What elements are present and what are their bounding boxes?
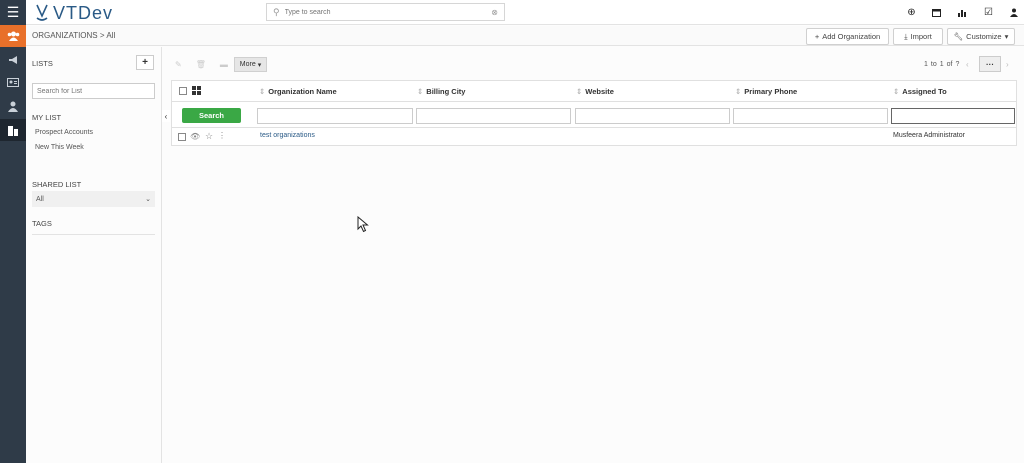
collapse-sidebar-icon[interactable]: ‹	[162, 110, 170, 122]
caret-down-icon: ▾	[1004, 32, 1009, 41]
column-header-primary-phone[interactable]: ⇕ Primary Phone	[735, 87, 797, 96]
global-search[interactable]: ⚲ ⊗	[266, 3, 505, 21]
page-from: 1	[924, 61, 928, 68]
lists-sidebar	[26, 47, 162, 463]
tags-title: TAGS	[32, 219, 52, 228]
row-actions-icon[interactable]: ⋮	[218, 131, 226, 140]
list-search-input[interactable]	[32, 83, 155, 99]
mass-actions: ✎ 🗑︎ ▬	[175, 57, 231, 72]
sort-icon: ⇕	[893, 87, 900, 96]
breadcrumb-separator: >	[99, 31, 105, 40]
list-item[interactable]: Prospect Accounts	[35, 129, 93, 136]
prev-page-icon[interactable]: ‹	[966, 60, 969, 69]
add-list-button[interactable]: +	[136, 55, 154, 70]
search-button[interactable]: Search	[182, 108, 241, 123]
row-checkbox[interactable]	[178, 133, 186, 141]
column-label: Website	[585, 87, 614, 96]
next-page-icon[interactable]: ›	[1006, 60, 1009, 69]
column-header-billing-city[interactable]: ⇕ Billing City	[417, 87, 465, 96]
organization-name-cell[interactable]: test organizations	[260, 132, 315, 139]
calendar-icon[interactable]	[931, 7, 942, 18]
pagination-info: 1 to 1 of ?	[924, 61, 959, 68]
filter-organization-name-input[interactable]	[257, 108, 413, 124]
column-grid-icon[interactable]	[192, 86, 201, 97]
column-label: Billing City	[426, 87, 466, 96]
page-of-word: of	[946, 61, 953, 68]
logo-mark-icon	[36, 4, 48, 21]
column-header-assigned-to[interactable]: ⇕ Assigned To	[893, 87, 947, 96]
delete-icon[interactable]: 🗑︎	[196, 60, 206, 69]
eye-icon[interactable]: 👁︎	[190, 132, 200, 141]
lists-title: LISTS	[32, 59, 53, 68]
tasks-checkbox-icon[interactable]: ☑	[983, 7, 994, 18]
shared-list-select[interactable]: All ⌄	[32, 191, 155, 207]
plus-icon: +	[814, 32, 820, 41]
edit-icon[interactable]: ✎	[175, 60, 182, 69]
search-input[interactable]	[284, 8, 475, 16]
list-settings-button[interactable]: ···	[979, 56, 1001, 72]
column-header-organization-name[interactable]: ⇕ Organization Name	[259, 87, 337, 96]
sort-icon: ⇕	[576, 87, 583, 96]
search-icon: ⚲	[273, 6, 280, 17]
shared-list-title: SHARED LIST	[32, 180, 82, 189]
breadcrumb: ORGANIZATIONS > All	[32, 31, 115, 40]
import-label: Import	[910, 32, 932, 41]
filter-billing-city-input[interactable]	[416, 108, 571, 124]
sort-icon: ⇕	[259, 87, 266, 96]
chevron-down-icon: ⌄	[145, 196, 151, 203]
divider	[32, 234, 155, 235]
mouse-cursor-icon	[357, 216, 369, 233]
column-header-website[interactable]: ⇕ Website	[576, 87, 614, 96]
comment-icon[interactable]: ▬	[220, 60, 228, 69]
contacts-card-icon[interactable]	[0, 71, 26, 93]
top-bar	[26, 0, 1024, 25]
user-profile-icon[interactable]	[1008, 7, 1019, 18]
my-list-title: MY LIST	[32, 113, 62, 122]
page-total[interactable]: ?	[956, 61, 960, 68]
column-label: Primary Phone	[744, 87, 798, 96]
campaigns-icon[interactable]	[0, 49, 26, 71]
sort-icon: ⇕	[735, 87, 742, 96]
organizations-icon[interactable]	[0, 25, 26, 47]
building-icon[interactable]	[0, 119, 26, 141]
sort-icon: ⇕	[417, 87, 424, 96]
breadcrumb-view[interactable]: All	[106, 31, 115, 40]
customize-label: Customize	[966, 32, 1002, 41]
menu-icon[interactable]: ☰	[0, 1, 26, 23]
person-icon[interactable]	[0, 95, 26, 117]
select-all-checkbox[interactable]	[179, 87, 187, 95]
left-nav-rail: ☰	[0, 0, 26, 463]
download-icon: ⤓	[904, 31, 908, 41]
filter-primary-phone-input[interactable]	[733, 108, 888, 124]
add-icon[interactable]: ⊕	[906, 7, 917, 18]
page-to: 1	[939, 61, 944, 68]
assigned-to-cell: Musfeera Administrator	[893, 132, 965, 139]
more-actions-button[interactable]: More ▾	[234, 57, 267, 72]
add-organization-button[interactable]: + Add Organization	[806, 28, 889, 45]
wrench-icon: 🔧︎	[953, 32, 964, 41]
list-item[interactable]: New This Week	[35, 144, 84, 151]
column-label: Organization Name	[268, 87, 337, 96]
caret-down-icon: ▾	[257, 61, 262, 69]
customize-button[interactable]: 🔧︎ Customize ▾	[947, 28, 1015, 45]
app-name: VTDev	[53, 2, 114, 23]
page-to-word: to	[930, 61, 937, 68]
column-label: Assigned To	[902, 87, 947, 96]
breadcrumb-module[interactable]: ORGANIZATIONS	[32, 31, 98, 40]
reports-chart-icon[interactable]	[956, 7, 967, 18]
star-icon[interactable]: ☆	[205, 131, 213, 142]
search-options-icon[interactable]: ⊗	[491, 8, 498, 17]
app-logo[interactable]: VTDev	[35, 3, 113, 23]
add-organization-label: Add Organization	[822, 32, 881, 41]
filter-website-input[interactable]	[575, 108, 730, 124]
import-button[interactable]: ⤓ Import	[893, 28, 943, 45]
shared-list-selected: All	[36, 195, 44, 203]
filter-assigned-to-input[interactable]	[891, 108, 1015, 124]
more-label: More	[239, 61, 256, 68]
